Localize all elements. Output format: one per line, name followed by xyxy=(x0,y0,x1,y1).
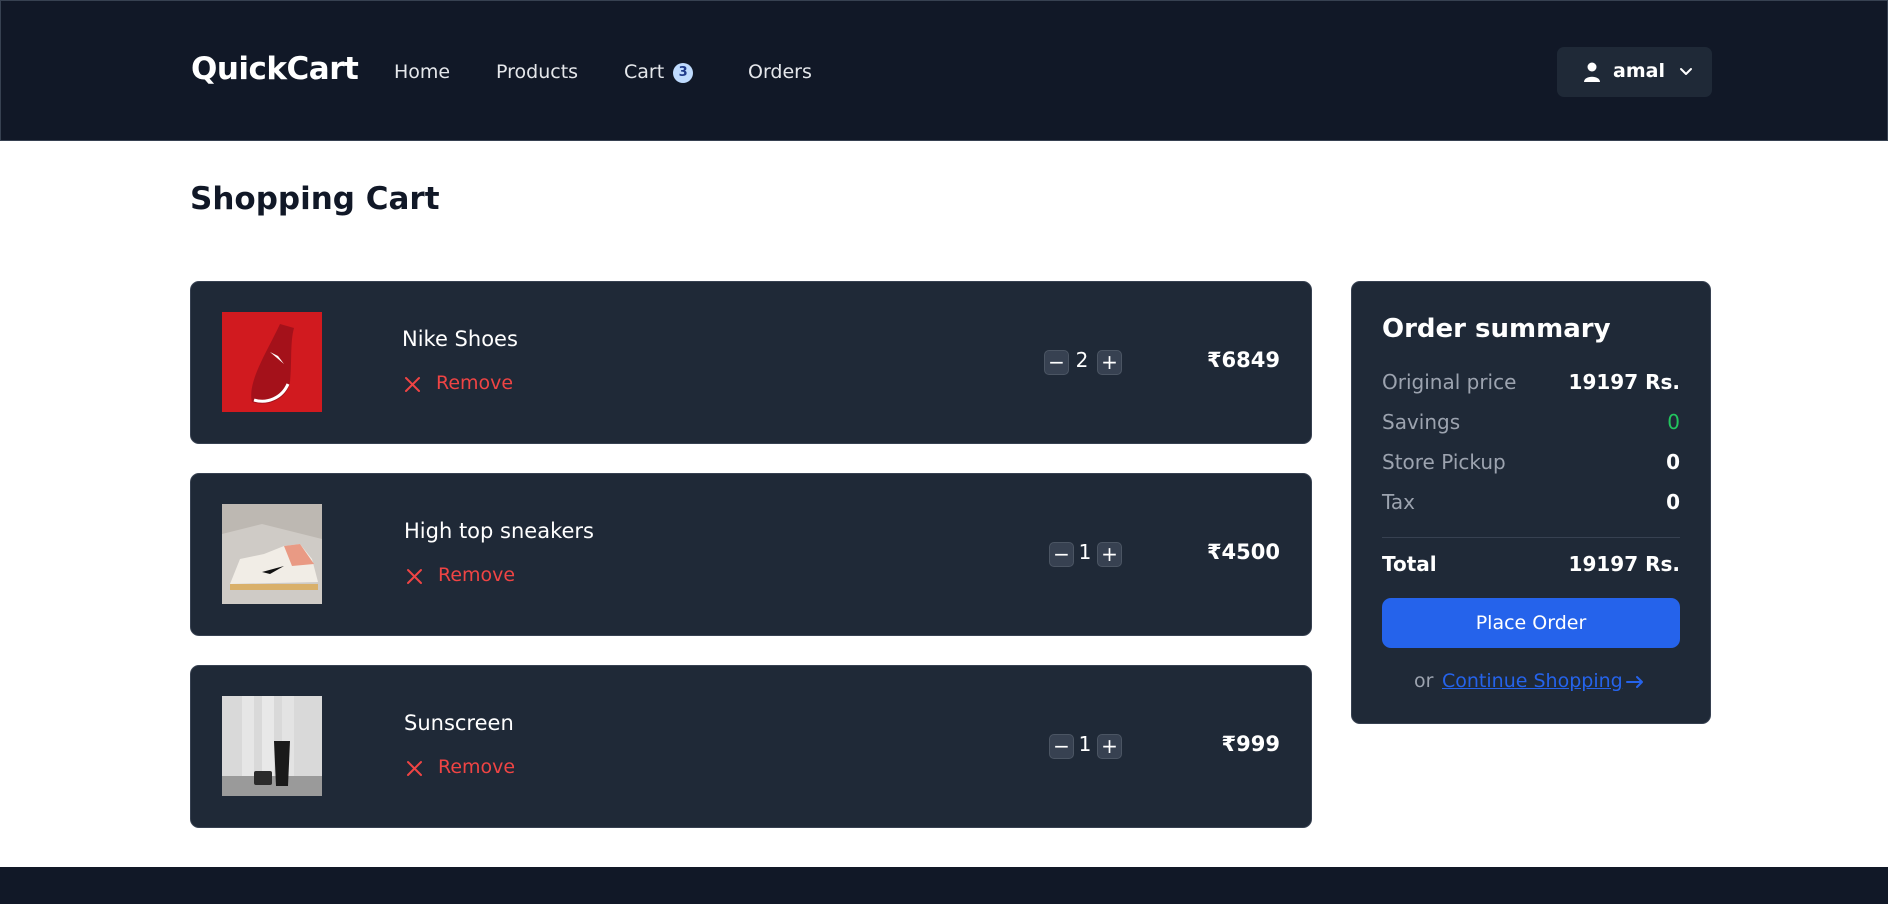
sunscreen-bottle-image[interactable] xyxy=(222,696,322,796)
increment-button[interactable]: + xyxy=(1097,542,1122,567)
top-navbar: QuickCart Home Products Cart 3 Orders ama… xyxy=(0,0,1888,141)
nav-orders-label: Orders xyxy=(748,61,812,83)
summary-divider xyxy=(1382,537,1680,538)
item-name: Sunscreen xyxy=(404,711,514,735)
nav-products-label: Products xyxy=(496,61,579,83)
item-name: High top sneakers xyxy=(404,519,594,543)
high-top-sneaker-image[interactable] xyxy=(222,504,322,604)
close-icon xyxy=(405,377,420,392)
decrement-button[interactable]: − xyxy=(1044,350,1069,375)
quantity-value: 2 xyxy=(1075,348,1089,372)
summary-title: Order summary xyxy=(1382,314,1611,344)
red-sneaker-image[interactable] xyxy=(222,312,322,412)
order-summary-panel: Order summary Original price 19197 Rs. S… xyxy=(1351,281,1711,724)
user-icon xyxy=(1584,62,1600,82)
remove-label: Remove xyxy=(436,372,514,394)
decrement-button[interactable]: − xyxy=(1049,542,1074,567)
user-menu-button[interactable]: amal xyxy=(1557,47,1712,97)
summary-row-store-pickup: Store Pickup 0 xyxy=(1382,450,1680,478)
summary-row-savings: Savings 0 xyxy=(1382,410,1680,438)
total-value: 19197 Rs. xyxy=(1568,552,1680,576)
summary-label: Tax xyxy=(1382,490,1415,514)
quantity-value: 1 xyxy=(1078,540,1092,564)
close-icon xyxy=(407,569,422,584)
nav-home-label: Home xyxy=(394,61,451,83)
summary-label: Store Pickup xyxy=(1382,450,1506,474)
footer xyxy=(0,867,1888,904)
summary-row-tax: Tax 0 xyxy=(1382,490,1680,518)
decrement-button[interactable]: − xyxy=(1049,734,1074,759)
page-title: Shopping Cart xyxy=(190,181,440,217)
item-price: ₹4500 xyxy=(1206,540,1280,564)
nav-home[interactable]: Home xyxy=(394,61,450,83)
chevron-down-icon xyxy=(1680,68,1692,75)
increment-button[interactable]: + xyxy=(1097,734,1122,759)
summary-label: Original price xyxy=(1382,370,1517,394)
nav-products[interactable]: Products xyxy=(496,61,578,83)
cart-item: High top sneakers Remove − 1 + ₹4500 xyxy=(190,473,1312,636)
summary-value: 0 xyxy=(1667,410,1680,434)
summary-value: 0 xyxy=(1666,490,1680,514)
logo[interactable]: QuickCart xyxy=(191,51,359,87)
nav-orders[interactable]: Orders xyxy=(748,61,812,83)
arrow-right-icon[interactable] xyxy=(1625,674,1645,690)
remove-label: Remove xyxy=(438,756,516,778)
cart-item: Sunscreen Remove − 1 + ₹999 xyxy=(190,665,1312,828)
quantity-value: 1 xyxy=(1078,732,1092,756)
summary-label: Savings xyxy=(1382,410,1461,434)
or-text: or xyxy=(1414,670,1434,692)
item-name: Nike Shoes xyxy=(402,327,518,351)
item-price: ₹999 xyxy=(1221,732,1280,756)
nav-cart[interactable]: Cart 3 xyxy=(624,61,694,83)
summary-value: 19197 Rs. xyxy=(1568,370,1680,394)
user-name: amal xyxy=(1613,60,1665,82)
increment-button[interactable]: + xyxy=(1097,350,1122,375)
close-icon xyxy=(407,761,422,776)
continue-shopping-link[interactable]: Continue Shopping xyxy=(1442,670,1623,692)
total-label: Total xyxy=(1382,552,1437,576)
nav-cart-label: Cart xyxy=(624,61,665,83)
summary-value: 0 xyxy=(1666,450,1680,474)
cart-item: Nike Shoes Remove − 2 + ₹6849 xyxy=(190,281,1312,444)
summary-row-original-price: Original price 19197 Rs. xyxy=(1382,370,1680,398)
place-order-button[interactable]: Place Order xyxy=(1382,598,1680,648)
remove-label: Remove xyxy=(438,564,516,586)
cart-count-badge: 3 xyxy=(673,63,694,83)
item-price: ₹6849 xyxy=(1206,348,1280,372)
continue-shopping-row: or Continue Shopping xyxy=(1352,668,1712,696)
